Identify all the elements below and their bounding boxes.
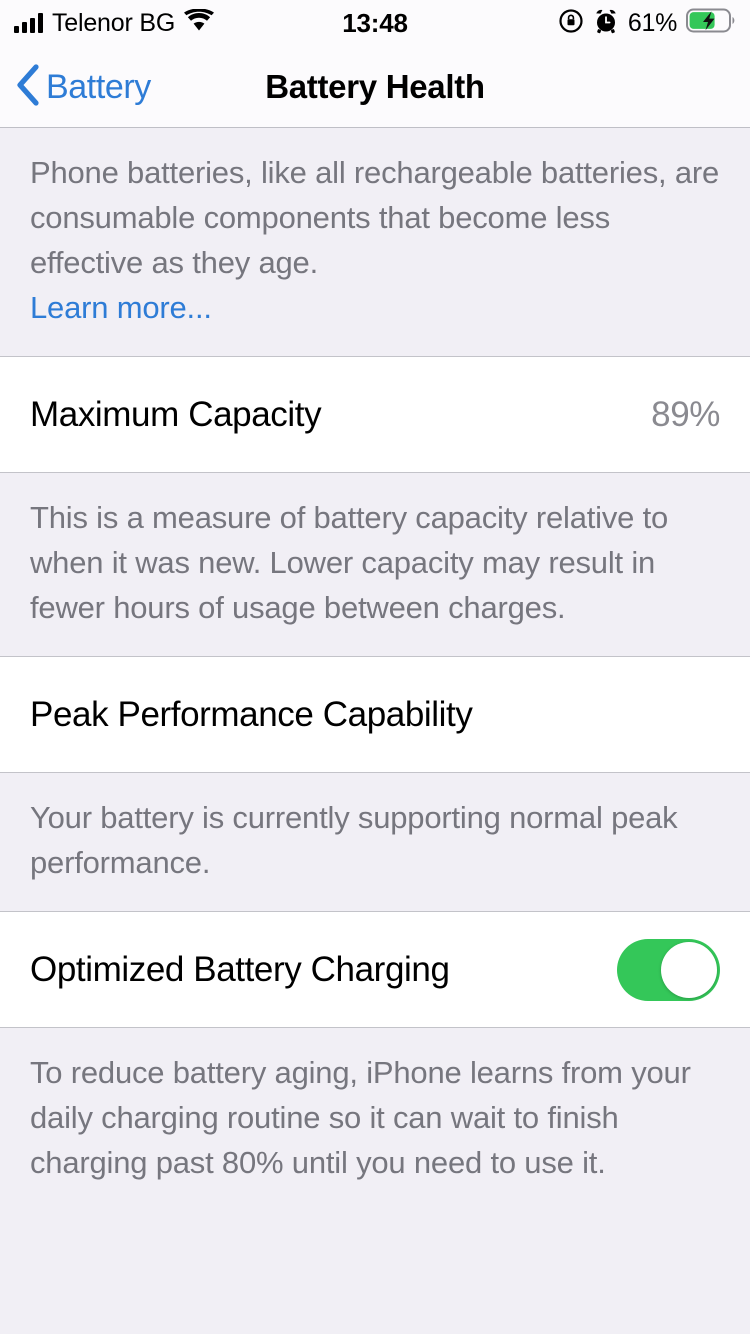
toggle-knob [661,941,717,998]
rotation-lock-icon [558,8,584,39]
optimized-battery-charging-description: To reduce battery aging, iPhone learns f… [0,1028,750,1211]
learn-more-link[interactable]: Learn more... [30,285,720,330]
peak-performance-description: Your battery is currently supporting nor… [0,773,750,911]
optimized-battery-charging-row: Optimized Battery Charging [0,911,750,1028]
maximum-capacity-label: Maximum Capacity [30,394,322,434]
battery-health-screen: Telenor BG 13:48 61% Battery Battery Hea… [0,0,750,1334]
maximum-capacity-row: Maximum Capacity 89% [0,356,750,473]
peak-performance-row: Peak Performance Capability [0,656,750,773]
intro-description-text: Phone batteries, like all rechargeable b… [30,155,720,280]
maximum-capacity-value: 89% [651,394,720,434]
maximum-capacity-description: This is a measure of battery capacity re… [0,473,750,656]
optimized-battery-charging-label: Optimized Battery Charging [30,949,450,989]
optimized-battery-charging-toggle[interactable] [617,938,720,1001]
navigation-bar: Battery Battery Health [0,46,750,128]
alarm-clock-icon [593,8,619,39]
battery-percent-label: 61% [627,8,677,37]
battery-charging-icon [686,8,736,38]
intro-description: Phone batteries, like all rechargeable b… [0,128,750,356]
status-bar: Telenor BG 13:48 61% [0,0,750,46]
page-title: Battery Health [265,68,485,105]
status-bar-right: 61% [558,0,736,46]
peak-performance-label: Peak Performance Capability [30,694,473,734]
